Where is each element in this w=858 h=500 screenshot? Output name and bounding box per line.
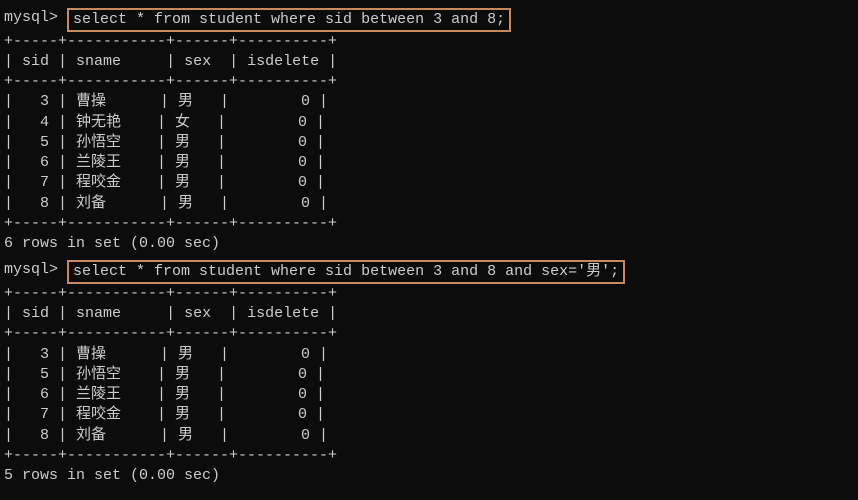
- table-border: +-----+-----------+------+----------+: [4, 214, 854, 234]
- table-border: +-----+-----------+------+----------+: [4, 446, 854, 466]
- table-row: | 7 | 程咬金 | 男 | 0 |: [4, 405, 854, 425]
- col-sex: sex: [184, 305, 211, 322]
- table-row: | 8 | 刘备 | 男 | 0 |: [4, 194, 854, 214]
- col-sex: sex: [184, 53, 211, 70]
- table-border: +-----+-----------+------+----------+: [4, 324, 854, 344]
- query1-footer: 6 rows in set (0.00 sec): [4, 234, 854, 254]
- query1-sql-highlight: select * from student where sid between …: [67, 8, 511, 32]
- col-isdelete: isdelete: [247, 305, 319, 322]
- table-row: | 8 | 刘备 | 男 | 0 |: [4, 426, 854, 446]
- table-border: +-----+-----------+------+----------+: [4, 32, 854, 52]
- table-border: +-----+-----------+------+----------+: [4, 284, 854, 304]
- query1-prompt-line: mysql> select * from student where sid b…: [4, 8, 854, 32]
- table-header-row: | sid | sname | sex | isdelete |: [4, 304, 854, 324]
- col-sid: sid: [22, 53, 49, 70]
- table-row: | 3 | 曹操 | 男 | 0 |: [4, 92, 854, 112]
- query2-prompt-line: mysql> select * from student where sid b…: [4, 260, 854, 284]
- table-header-row: | sid | sname | sex | isdelete |: [4, 52, 854, 72]
- col-sname: sname: [76, 53, 121, 70]
- table-row: | 6 | 兰陵王 | 男 | 0 |: [4, 385, 854, 405]
- mysql-prompt: mysql>: [4, 8, 67, 28]
- col-sname: sname: [76, 305, 121, 322]
- col-isdelete: isdelete: [247, 53, 319, 70]
- table-row: | 7 | 程咬金 | 男 | 0 |: [4, 173, 854, 193]
- mysql-prompt: mysql>: [4, 260, 67, 280]
- query2-footer: 5 rows in set (0.00 sec): [4, 466, 854, 486]
- table-border: +-----+-----------+------+----------+: [4, 72, 854, 92]
- query2-sql-highlight: select * from student where sid between …: [67, 260, 625, 284]
- table-row: | 3 | 曹操 | 男 | 0 |: [4, 345, 854, 365]
- col-sid: sid: [22, 305, 49, 322]
- table-row: | 5 | 孙悟空 | 男 | 0 |: [4, 133, 854, 153]
- table-row: | 6 | 兰陵王 | 男 | 0 |: [4, 153, 854, 173]
- table-row: | 4 | 钟无艳 | 女 | 0 |: [4, 113, 854, 133]
- table-row: | 5 | 孙悟空 | 男 | 0 |: [4, 365, 854, 385]
